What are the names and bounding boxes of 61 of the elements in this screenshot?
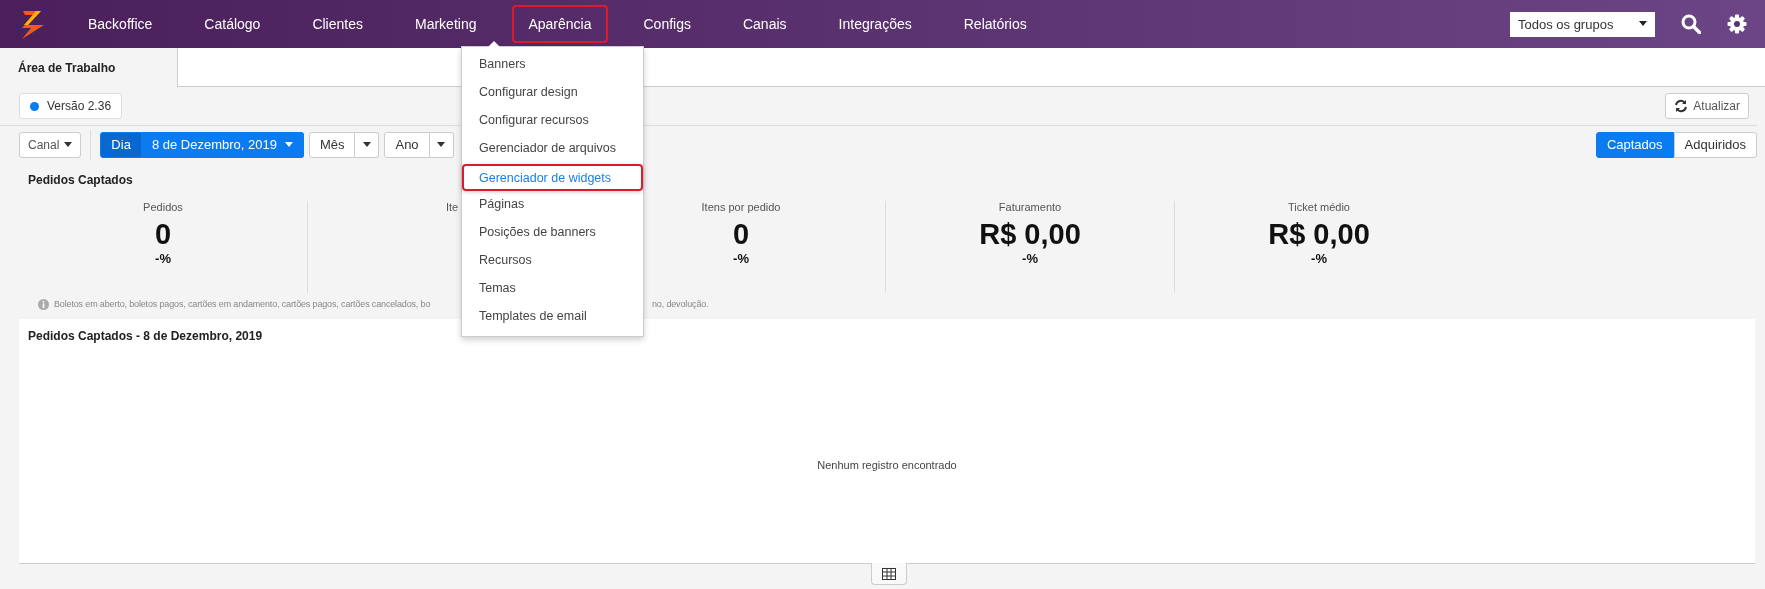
section-title: Pedidos Captados [28,173,133,187]
stat-label: Pedidos [143,201,183,213]
menu-item[interactable]: Configurar design [462,80,643,107]
panel-title: Pedidos Captados - 8 de Dezembro, 2019 [27,328,264,345]
table-icon [882,567,896,580]
stat-value: 0 [154,218,172,251]
stat-change: -% [1311,251,1327,266]
caret-icon [284,141,293,148]
info-icon [38,298,49,310]
empty-message: Nenhum registro encontrado [817,459,957,471]
nav-item[interactable]: Clientes [296,5,379,43]
caret-icon [64,141,73,148]
caret-icon [362,141,371,148]
period-button[interactable]: Ano [384,131,430,158]
period-button[interactable]: Dia [100,131,142,158]
nav-item[interactable]: Configs [627,5,707,43]
period-dropdown-button[interactable] [355,131,380,158]
caret-icon [437,141,446,148]
stat-label: Itens por pedido [701,201,781,213]
stat-label: Ite [445,201,459,213]
group-select[interactable]: Todos os grupos [1510,11,1655,37]
date-dropdown[interactable]: 8 de Dezembro, 2019 [141,131,304,158]
menu-item[interactable]: Posições de banners [462,220,643,247]
nav-item[interactable]: Catálogo [188,5,277,43]
nav-item[interactable]: Integrações [822,5,928,43]
menu-item[interactable]: Banners [462,52,643,79]
stat-value: R$ 0,00 [1268,218,1370,251]
tab[interactable]: Área de Trabalho [0,48,178,87]
search-icon[interactable] [1681,14,1701,34]
mode-toggle[interactable]: Adquiridos [1673,131,1757,158]
menu-item[interactable]: Gerenciador de widgets [462,164,643,191]
nav-item[interactable]: Backoffice [72,5,169,43]
period-button[interactable]: Mês [308,131,356,158]
caret-icon [1639,21,1647,27]
table-view-button[interactable] [871,563,907,585]
settings-icon[interactable] [1727,14,1747,34]
stat-value: R$ 0,00 [979,218,1081,251]
stat-label: Faturamento [998,201,1062,213]
version-badge: Versão 2.36 [19,93,123,119]
menu-item[interactable]: Temas [462,276,643,303]
menu-item[interactable]: Recursos [462,248,643,275]
menu-item[interactable]: Gerenciador de arquivos [462,136,643,163]
nav-item[interactable]: Aparência [512,5,608,43]
refresh-icon [1674,99,1689,113]
menu-item[interactable]: Páginas [462,192,643,219]
period-dropdown-button[interactable] [429,131,454,158]
stat-change: -% [155,251,171,266]
stat-change: -% [1022,251,1038,266]
mode-toggle[interactable]: Captados [1595,131,1674,158]
refresh-button[interactable]: Atualizar [1665,93,1749,119]
nav-item[interactable]: Canais [726,5,803,43]
nav-item[interactable]: Relatórios [947,5,1043,43]
menu-item[interactable]: Configurar recursos [462,108,643,135]
nav-item[interactable]: Marketing [399,5,493,43]
channel-button[interactable]: Canal [19,131,82,158]
menu-item[interactable]: Templates de email [462,304,643,331]
footnote: Boletos em aberto, boletos pagos, cartões em andamento, cartões pagos, cartões cancelados, bo [54,299,431,309]
stat-change: -% [733,251,749,266]
stat-label: Ticket médio [1288,201,1350,213]
footnote: no, devolução. [652,299,709,309]
stat-value: 0 [732,218,750,251]
